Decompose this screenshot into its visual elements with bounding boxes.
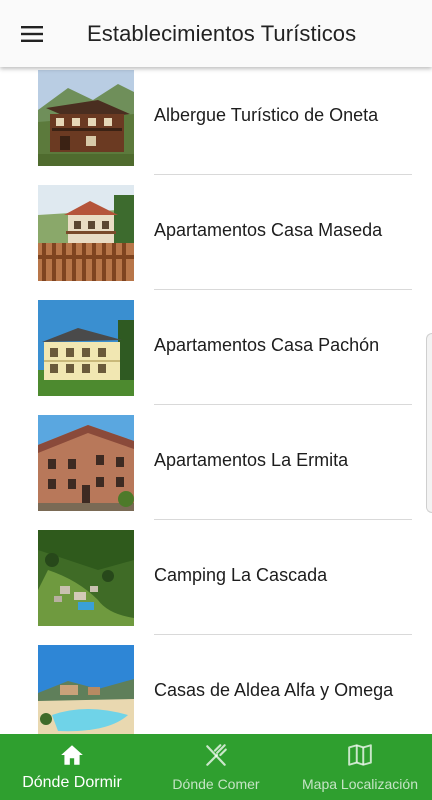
list-item[interactable]: Casas de Aldea Alfa y Omega [0, 642, 432, 734]
list-item[interactable]: Apartamentos Casa Maseda [0, 182, 432, 297]
hamburger-menu-icon [21, 25, 43, 42]
establishment-thumbnail [38, 415, 134, 511]
list-item[interactable]: Albergue Turístico de Oneta [0, 67, 432, 182]
list-item[interactable]: Apartamentos La Ermita [0, 412, 432, 527]
establishment-name: Apartamentos Casa Pachón [154, 335, 380, 355]
establishment-thumbnail [38, 70, 134, 166]
establishment-name: Apartamentos La Ermita [154, 450, 349, 470]
establishment-name: Camping La Cascada [154, 565, 328, 585]
divider [154, 634, 412, 635]
nav-label: Mapa Localización [302, 776, 418, 792]
nav-map-location[interactable]: Mapa Localización [288, 734, 432, 800]
establishment-name: Casas de Aldea Alfa y Omega [154, 680, 394, 700]
establishment-thumbnail [38, 530, 134, 626]
establishment-name: Apartamentos Casa Maseda [154, 220, 383, 240]
nav-label: Dónde Dormir [22, 774, 122, 791]
map-icon [348, 744, 372, 766]
list-item[interactable]: Apartamentos Casa Pachón [0, 297, 432, 412]
establishment-list: Albergue Turístico de Oneta Apartamentos… [0, 67, 432, 734]
app-bar: Establecimientos Turísticos [0, 0, 432, 67]
nav-where-to-eat[interactable]: Dónde Comer [144, 734, 288, 800]
menu-button[interactable] [0, 0, 76, 67]
fork-knife-icon [206, 744, 227, 766]
scroll-handle[interactable] [426, 333, 432, 513]
establishment-thumbnail [38, 300, 134, 396]
nav-label: Dónde Comer [172, 776, 260, 792]
divider [154, 519, 412, 520]
nav-where-to-sleep[interactable]: Dónde Dormir [0, 734, 144, 800]
establishment-thumbnail [38, 185, 134, 281]
divider [154, 404, 412, 405]
divider [154, 174, 412, 175]
establishment-name: Albergue Turístico de Oneta [154, 105, 379, 125]
page-title: Establecimientos Turísticos [87, 20, 357, 46]
divider [154, 289, 412, 290]
bottom-navigation: Dónde Dormir Dónde Comer Mapa Localizaci… [0, 734, 432, 800]
establishment-thumbnail [38, 645, 134, 734]
list-item[interactable]: Camping La Cascada [0, 527, 432, 642]
home-icon [61, 745, 83, 765]
